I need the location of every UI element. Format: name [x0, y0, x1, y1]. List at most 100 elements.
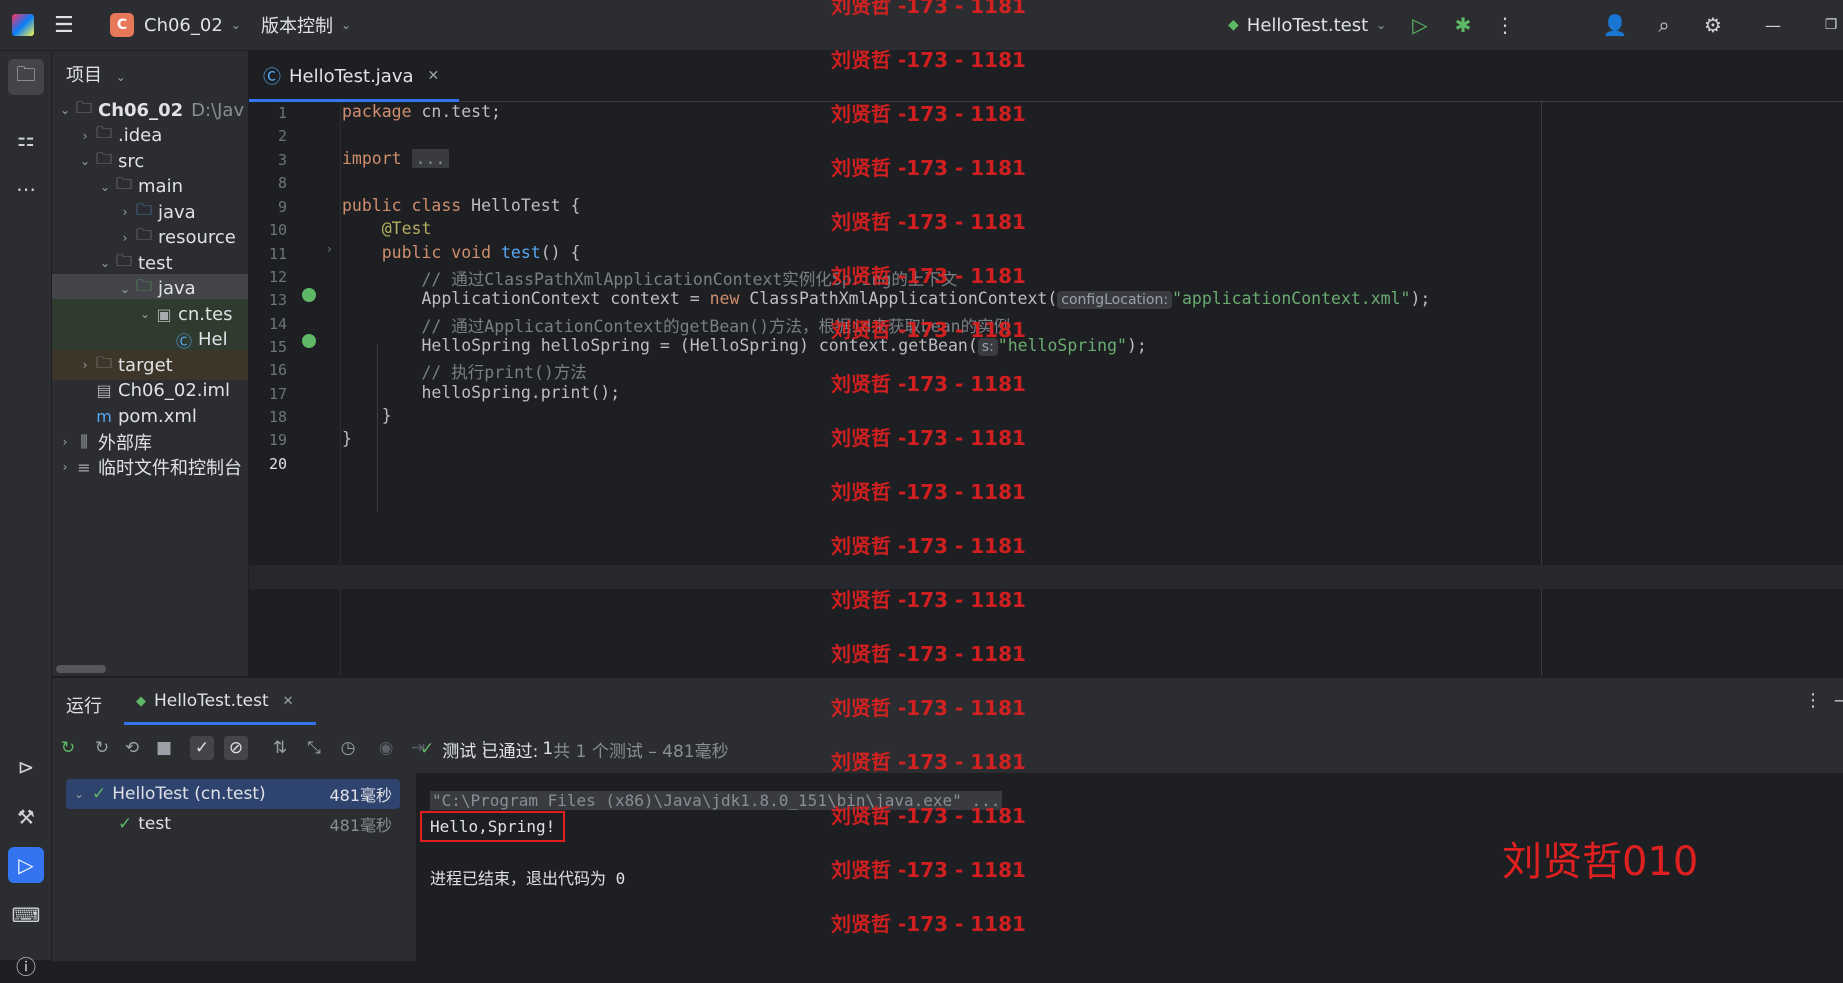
- chevron-right-icon[interactable]: ›: [76, 358, 94, 372]
- chevron-down-icon[interactable]: ⌄: [96, 180, 114, 194]
- toggle-auto-test-icon[interactable]: ⟲: [120, 736, 144, 760]
- history-icon[interactable]: ◷: [336, 736, 360, 760]
- show-passed-icon[interactable]: ✓: [190, 736, 214, 760]
- line-number: 17: [268, 385, 287, 403]
- add-user-icon[interactable]: 👤: [1602, 12, 1628, 38]
- tab-label: HelloTest.java: [289, 65, 414, 87]
- more-icon[interactable]: ⋮: [1492, 12, 1518, 38]
- project-selector[interactable]: C Ch06_02 ⌄: [110, 0, 241, 50]
- maximize-icon[interactable]: ❐: [1818, 12, 1843, 38]
- run-icon[interactable]: ▷: [1407, 12, 1433, 38]
- build-icon[interactable]: ⚒: [8, 799, 44, 835]
- stop-icon[interactable]: ■: [152, 736, 176, 760]
- watermark-text: 刘贤哲 -173 - 1181: [831, 318, 1026, 342]
- maven-icon: m: [96, 406, 112, 426]
- structure-icon[interactable]: ⚏: [8, 121, 44, 157]
- line-number: 13: [268, 291, 287, 309]
- test-folder-icon: 🗀: [135, 276, 152, 295]
- active-tab-indicator: [124, 722, 316, 725]
- test-root-row[interactable]: ⌄ ✓ HelloTest (cn.test) 481毫秒: [66, 779, 400, 809]
- more-icon[interactable]: ⋮: [1804, 690, 1822, 711]
- settings-icon[interactable]: ⚙: [1700, 12, 1726, 38]
- project-folder-icon[interactable]: 🗀: [8, 59, 44, 95]
- chevron-down-icon: ⌄: [230, 18, 241, 32]
- run-tool-icon[interactable]: ▷: [8, 847, 44, 883]
- hide-panel-icon[interactable]: —: [1834, 690, 1843, 711]
- project-panel: 项目 ⌄ ⌄ 🗀 Ch06_02 D:\Jav › 🗀 .idea ⌄ 🗀 src ⌄ 🗀 main › 🗀…: [52, 51, 249, 676]
- folded-imports[interactable]: ...: [411, 149, 450, 168]
- chevron-right-icon[interactable]: ›: [116, 205, 134, 219]
- screenshot-icon[interactable]: ◉: [374, 736, 398, 760]
- app-logo[interactable]: [12, 0, 34, 50]
- tab-hellotest-java[interactable]: Ⓒ HelloTest.java ✕: [249, 51, 459, 102]
- watermark-text: 刘贤哲 -173 - 1181: [831, 750, 1026, 774]
- chevron-down-icon[interactable]: ⌄: [56, 103, 74, 117]
- vcs-menu[interactable]: 版本控制 ⌄: [261, 0, 351, 50]
- chevron-down-icon[interactable]: ⌄: [96, 256, 114, 270]
- services-icon[interactable]: ⊳: [8, 749, 44, 785]
- show-ignored-icon[interactable]: ⊘: [224, 736, 248, 760]
- line-number: 16: [268, 361, 287, 379]
- code-editor: Ⓒ HelloTest.java ✕ 1 2 3 8 9 10 11 12 13 14 15 16 17…: [249, 51, 1843, 676]
- line-number: 11: [268, 245, 287, 263]
- passed-check-icon: ✓: [118, 814, 133, 834]
- collapse-icon[interactable]: ⤡: [302, 736, 326, 760]
- rerun-icon[interactable]: ↻: [56, 736, 80, 760]
- chevron-down-icon[interactable]: ⌄: [136, 307, 154, 321]
- code-line-1: package cn.test;: [342, 102, 501, 121]
- debug-icon[interactable]: ✱: [1450, 12, 1476, 38]
- line-number: 15: [268, 338, 287, 356]
- terminal-icon[interactable]: ⌨: [8, 897, 44, 933]
- console-output[interactable]: "C:\Program Files (x86)\Java\jdk1.8.0_15…: [416, 773, 1843, 961]
- line-number: 18: [268, 408, 287, 426]
- chevron-right-icon[interactable]: ›: [56, 460, 74, 474]
- tree-item-label: cn.tes: [178, 303, 233, 325]
- close-icon[interactable]: ✕: [283, 694, 294, 709]
- watermark-text: 刘贤哲 -173 - 1181: [831, 642, 1026, 666]
- rerun-failed-icon[interactable]: ↻: [90, 736, 114, 760]
- tree-item-label: target: [118, 354, 173, 376]
- chevron-down-icon: ⌄: [115, 70, 126, 84]
- tree-item-label: 外部库: [98, 432, 152, 454]
- tree-item-label: java: [158, 201, 196, 223]
- close-icon[interactable]: ✕: [428, 68, 440, 84]
- chevron-down-icon: ⌄: [1376, 18, 1387, 32]
- horizontal-scrollbar[interactable]: [56, 665, 106, 673]
- line-number: 19: [268, 431, 287, 449]
- search-icon[interactable]: ⌕: [1651, 12, 1677, 38]
- test-child-row[interactable]: ✓ test 481毫秒: [66, 809, 400, 839]
- project-panel-header[interactable]: 项目 ⌄: [66, 61, 126, 87]
- chevron-right-icon[interactable]: ›: [76, 129, 94, 143]
- editor-content[interactable]: 1 2 3 8 9 10 11 12 13 14 15 16 17 18 19 20 › package cn…: [249, 102, 1843, 676]
- chevron-right-icon[interactable]: ›: [56, 435, 74, 449]
- run-panel-title: 运行: [66, 696, 102, 717]
- tree-item-label: main: [138, 176, 183, 197]
- chevron-down-icon[interactable]: ⌄: [116, 282, 134, 296]
- line-number: 1: [277, 104, 287, 122]
- tab-run-hellotest[interactable]: ◆ HelloTest.test ✕: [124, 678, 306, 724]
- more-tools-icon[interactable]: ⋯: [8, 171, 44, 207]
- chevron-down-icon[interactable]: ⌄: [76, 154, 94, 168]
- tree-item-label: pom.xml: [118, 405, 197, 427]
- code-line-19: }: [342, 429, 352, 448]
- passed-check-icon: ✓: [92, 784, 107, 804]
- test-config-icon: ◆: [1228, 17, 1239, 33]
- run-test-gutter-icon[interactable]: [302, 288, 316, 302]
- problems-icon[interactable]: ⓘ: [8, 947, 44, 983]
- chevron-right-icon[interactable]: ›: [116, 231, 134, 245]
- code-line-18: }: [381, 406, 392, 425]
- tree-item-label: 临时文件和控制台: [98, 458, 242, 479]
- code-line-9: public class HelloTest {: [342, 196, 581, 215]
- tree-item-label: resource: [158, 227, 236, 248]
- tree-item-label: java: [158, 278, 196, 299]
- run-config-selector[interactable]: ◆ HelloTest.test ⌄: [1228, 0, 1386, 50]
- code-line-17: helloSpring.print();: [421, 383, 621, 402]
- sort-icon[interactable]: ⇅: [268, 736, 292, 760]
- minimize-icon[interactable]: —: [1760, 12, 1786, 38]
- fold-chevron-icon[interactable]: ›: [327, 242, 332, 256]
- run-test-gutter-icon[interactable]: [302, 334, 316, 348]
- parameter-hint: configLocation:: [1057, 291, 1173, 309]
- tree-item[interactable]: › ≡ 临时文件和控制台: [52, 452, 248, 482]
- watermark-text: 刘贤哲 -173 - 1181: [831, 0, 1026, 18]
- main-menu-icon[interactable]: ☰: [54, 0, 74, 50]
